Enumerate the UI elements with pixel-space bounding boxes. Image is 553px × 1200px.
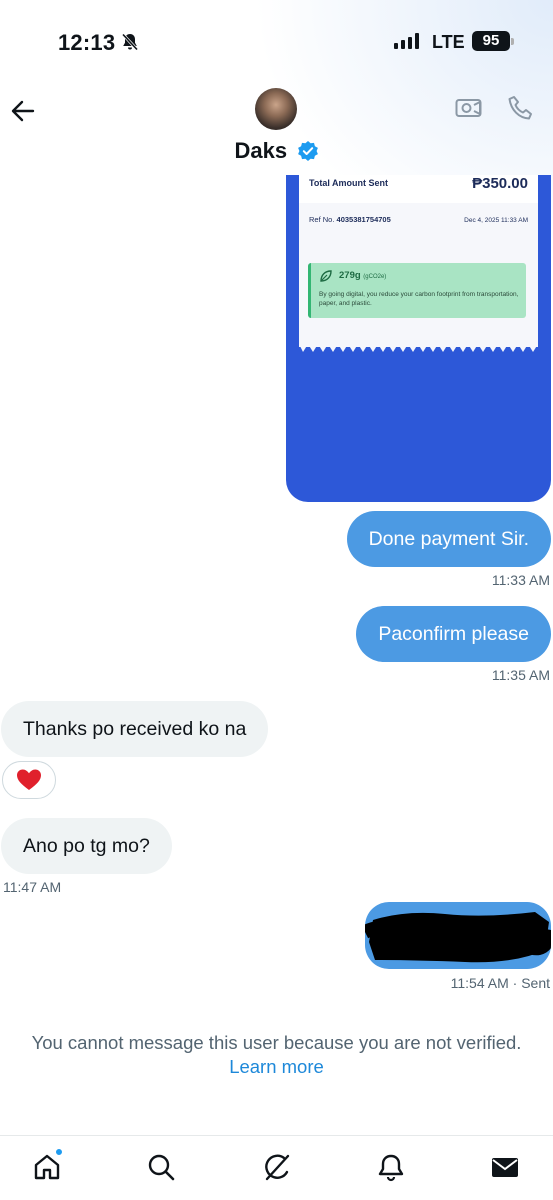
message-timestamp: 11:33 AM (491, 572, 550, 588)
notifications-bell-icon[interactable] (376, 1152, 406, 1182)
receipt-torn-edge (299, 340, 538, 352)
home-notification-dot (55, 1148, 63, 1156)
message-timestamp: 11:54 AM · Sent (451, 975, 550, 991)
receipt-image[interactable]: Total Amount Sent ₱350.00 Ref No. 403538… (286, 175, 551, 502)
message-bubble-outgoing[interactable]: Paconfirm please (356, 606, 551, 662)
conversation-header: Daks (0, 80, 553, 175)
video-camera-icon[interactable] (455, 96, 483, 120)
verified-badge-icon (297, 141, 318, 161)
eco-amount-value: 279g (339, 270, 361, 281)
bell-slash-icon (121, 33, 139, 51)
total-value: ₱350.00 (472, 175, 528, 192)
status-time: 12:13 (58, 30, 116, 55)
message-thread[interactable]: Total Amount Sent ₱350.00 Ref No. 403538… (0, 175, 553, 1135)
cannot-message-notice: You cannot message this user because you… (0, 1031, 553, 1079)
heart-icon (17, 769, 41, 790)
total-label: Total Amount Sent (309, 178, 388, 188)
eco-unit: (gCO2e) (363, 274, 387, 280)
avatar[interactable] (255, 88, 297, 130)
messages-envelope-icon[interactable] (490, 1152, 520, 1182)
message-timestamp: 11:47 AM (3, 879, 62, 895)
delivery-status: · Sent (512, 975, 550, 991)
receipt-paper: Total Amount Sent ₱350.00 Ref No. 403538… (299, 175, 538, 347)
receipt-total-row: Total Amount Sent ₱350.00 (299, 175, 538, 203)
eco-box: 279g (gCO2e) By going digital, you reduc… (308, 263, 526, 318)
message-bubble-incoming[interactable]: Thanks po received ko na (1, 701, 269, 757)
message-bubble-incoming[interactable]: Ano po tg mo? (1, 818, 172, 874)
phone-icon[interactable] (507, 94, 535, 122)
status-bar: 12:13 LTE 95 (0, 0, 553, 80)
battery-tip (511, 38, 514, 45)
leaf-icon (320, 270, 332, 282)
ref-label: Ref No. (309, 215, 335, 224)
home-icon[interactable] (32, 1152, 62, 1182)
grok-icon[interactable] (262, 1152, 292, 1182)
eco-amount: 279g (gCO2e) (339, 270, 386, 281)
redaction-scribble (365, 912, 551, 963)
notice-text: You cannot message this user because you… (31, 1032, 522, 1053)
timestamp-time: 11:54 AM (450, 975, 509, 991)
eco-text: By going digital, you reduce your carbon… (319, 291, 519, 308)
heart-reaction[interactable] (2, 761, 56, 799)
ref-row: Ref No. 4035381754705 (309, 215, 391, 224)
ref-number: 4035381754705 (336, 215, 391, 224)
back-arrow-icon[interactable] (10, 98, 36, 124)
network-type: LTE (432, 32, 465, 52)
message-bubble-outgoing[interactable]: Done payment Sir. (346, 511, 551, 567)
signal-bars-icon (394, 33, 419, 49)
learn-more-link[interactable]: Learn more (0, 1055, 553, 1079)
search-icon[interactable] (146, 1152, 176, 1182)
receipt-date: Dec 4, 2025 11:33 AM (464, 217, 528, 224)
battery-icon: 95 (472, 31, 510, 51)
message-bubble-outgoing-redacted[interactable] (365, 902, 551, 969)
contact-name-row[interactable]: Daks (0, 138, 553, 164)
contact-name: Daks (234, 138, 288, 163)
message-timestamp: 11:35 AM (491, 667, 550, 683)
bottom-navigation (0, 1135, 553, 1200)
